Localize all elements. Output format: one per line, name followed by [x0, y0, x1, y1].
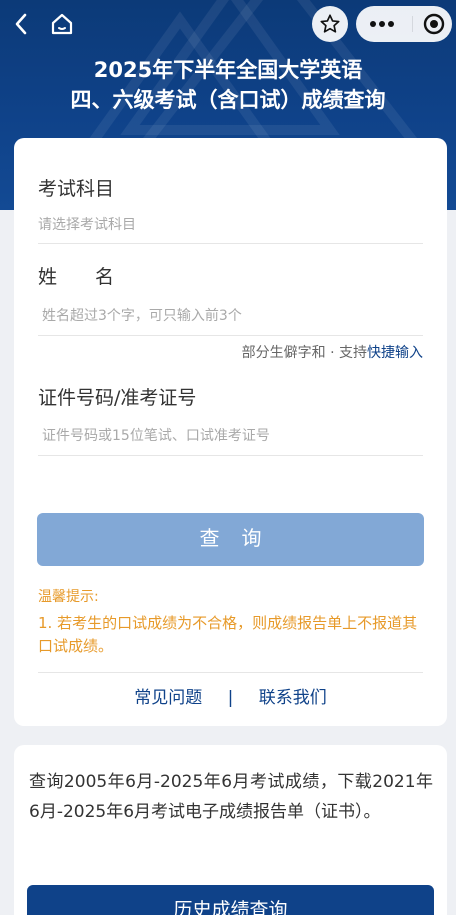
rare-char-hint: 部分生僻字和 · 支持快捷输入 [242, 342, 423, 362]
subject-label: 考试科目 [38, 178, 115, 200]
link-separator: | [227, 688, 234, 708]
contact-link[interactable]: 联系我们 [259, 688, 327, 708]
more-dots-icon [370, 21, 394, 27]
quick-input-link[interactable]: 快捷输入 [367, 345, 423, 361]
subject-select[interactable]: 请选择考试科目 [38, 206, 423, 244]
query-button[interactable]: 查询 [37, 513, 424, 566]
star-icon [320, 14, 340, 33]
chevron-left-icon [15, 13, 27, 35]
target-close-icon [423, 13, 445, 35]
name-label: 姓 名 [38, 266, 115, 288]
capsule-divider [412, 16, 413, 32]
name-input[interactable] [38, 296, 423, 336]
home-icon [51, 13, 73, 35]
rare-char-text: 部分生僻字和 · 支持 [241, 345, 367, 361]
id-number-input[interactable] [38, 416, 423, 456]
id-label: 证件号码/准考证号 [38, 387, 197, 409]
page-title-line2: 四、六级考试（含口试）成绩查询 [70, 88, 386, 112]
query-form-card: 考试科目 请选择考试科目 姓 名 部分生僻字和 · 支持快捷输入 证件号码/准考… [14, 138, 447, 726]
tips-item: 1. 若考生的口试成绩为不合格，则成绩报告单上不报道其口试成绩。 [38, 614, 418, 655]
faq-link[interactable]: 常见问题 [134, 688, 202, 708]
divider [38, 672, 423, 673]
history-card: 查询2005年6月-2025年6月考试成绩，下载2021年6月-2025年6月考… [14, 745, 447, 915]
page-title: 2025年下半年全国大学英语 四、六级考试（含口试）成绩查询 [0, 55, 456, 115]
close-button[interactable] [416, 6, 452, 42]
favorite-button[interactable] [312, 6, 348, 42]
page-title-line1: 2025年下半年全国大学英语 [93, 58, 363, 82]
history-query-button[interactable]: 历史成绩查询 [27, 885, 434, 915]
more-button[interactable] [356, 6, 408, 42]
footer-links: 常见问题 | 联系我们 [14, 683, 447, 708]
tips-title: 温馨提示: [38, 589, 99, 605]
mini-program-capsule [356, 6, 452, 42]
history-description: 查询2005年6月-2025年6月考试成绩，下载2021年6月-2025年6月考… [29, 772, 433, 822]
back-button[interactable] [8, 8, 34, 40]
home-button[interactable] [46, 8, 78, 40]
top-bar [0, 0, 456, 50]
